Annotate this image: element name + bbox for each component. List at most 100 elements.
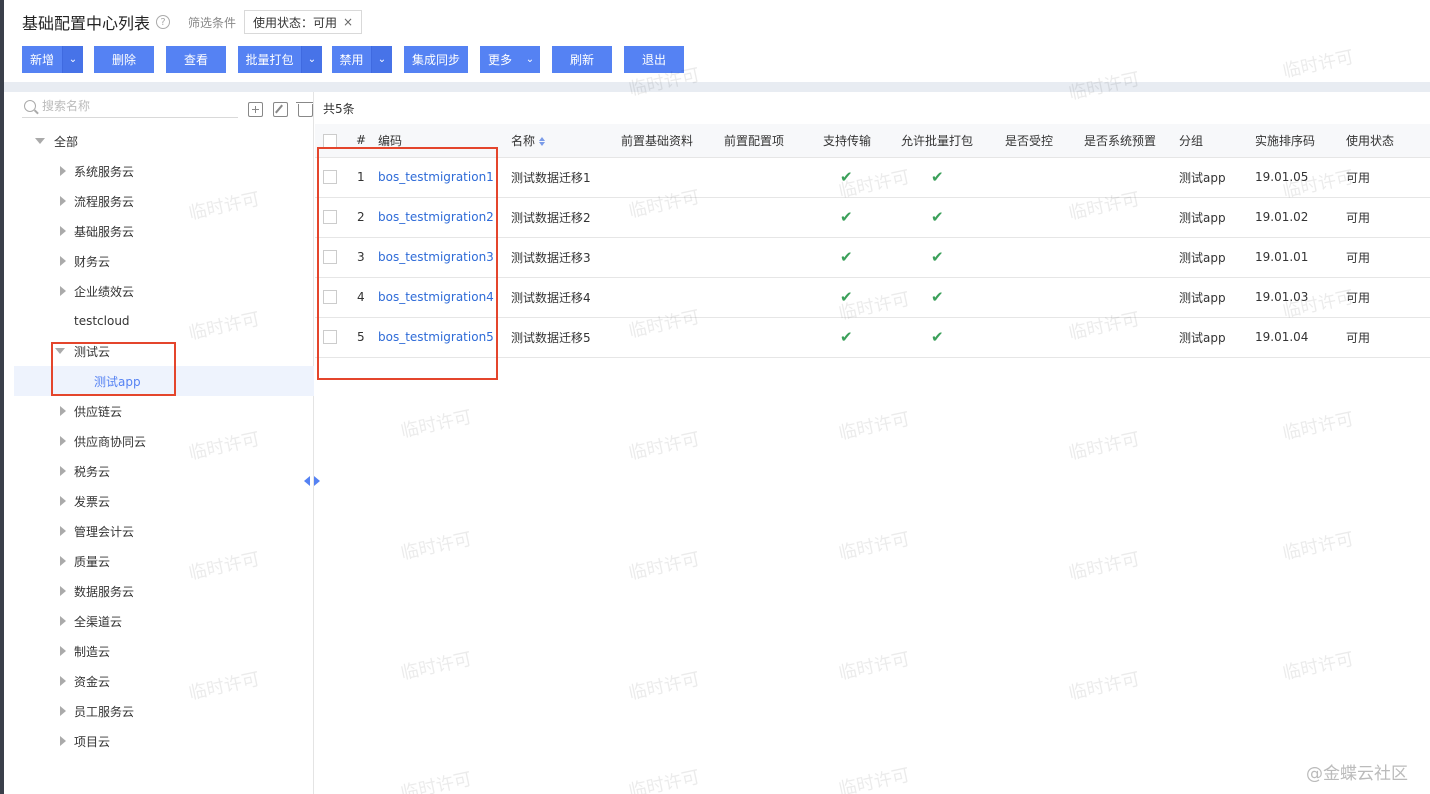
row-code-link[interactable]: bos_testmigration2	[378, 210, 494, 224]
caret-right-icon[interactable]	[60, 556, 66, 566]
caret-right-icon[interactable]	[60, 436, 66, 446]
column-header-code[interactable]: 编码	[378, 124, 511, 158]
row-name: 测试数据迁移1	[511, 157, 621, 198]
add-node-icon[interactable]	[248, 102, 263, 117]
caret-right-icon[interactable]	[60, 676, 66, 686]
help-icon[interactable]: ?	[156, 15, 171, 29]
row-code-cell: bos_testmigration3	[378, 237, 511, 278]
column-header-name[interactable]: 名称	[511, 124, 621, 158]
caret-right-icon[interactable]	[60, 706, 66, 716]
caret-right-icon[interactable]	[60, 226, 66, 236]
row-batch-pack-cell: ✔	[901, 317, 1005, 358]
close-icon[interactable]: ×	[343, 15, 353, 29]
tree-node[interactable]: 供应链云	[14, 396, 314, 426]
caret-right-icon[interactable]	[60, 196, 66, 206]
tree-node[interactable]: 制造云	[14, 636, 314, 666]
new-button[interactable]: 新增	[22, 46, 63, 73]
tree-node-label: 数据服务云	[74, 584, 135, 599]
edit-node-icon[interactable]	[273, 102, 288, 117]
select-all-checkbox[interactable]	[323, 133, 337, 148]
column-header-pre-config[interactable]: 前置配置项	[724, 124, 823, 158]
caret-right-icon[interactable]	[60, 616, 66, 626]
more-button[interactable]: 更多	[480, 46, 520, 73]
caret-down-icon[interactable]	[35, 138, 45, 144]
row-checkbox[interactable]	[323, 170, 337, 185]
column-header-controlled[interactable]: 是否受控	[1005, 124, 1084, 158]
row-code-link[interactable]: bos_testmigration4	[378, 290, 494, 304]
sort-icon[interactable]	[539, 136, 546, 146]
exit-button[interactable]: 退出	[624, 46, 684, 73]
tree-node-test-app[interactable]: 测试app	[14, 366, 314, 396]
delete-node-icon[interactable]	[296, 102, 313, 117]
tree-node[interactable]: 项目云	[14, 726, 314, 756]
row-group: 测试app	[1179, 197, 1255, 238]
column-header-group[interactable]: 分组	[1179, 124, 1255, 158]
caret-right-icon[interactable]	[60, 526, 66, 536]
caret-right-icon[interactable]	[60, 406, 66, 416]
caret-right-icon[interactable]	[60, 646, 66, 656]
view-button[interactable]: 查看	[166, 46, 226, 73]
column-header-status[interactable]: 使用状态	[1346, 124, 1430, 158]
caret-right-icon[interactable]	[60, 496, 66, 506]
caret-right-icon[interactable]	[60, 256, 66, 266]
column-header-system-preset[interactable]: 是否系统预置	[1084, 124, 1179, 158]
row-code-link[interactable]: bos_testmigration3	[378, 250, 494, 264]
tree-node[interactable]: 流程服务云	[14, 186, 314, 216]
table-row[interactable]: 3 bos_testmigration3 测试数据迁移3 ✔ ✔ 测试app 1…	[315, 237, 1430, 278]
table-row[interactable]: 1 bos_testmigration1 测试数据迁移1 ✔ ✔ 测试app 1…	[315, 157, 1430, 198]
tree-node[interactable]: 企业绩效云	[14, 276, 314, 306]
tree-node[interactable]: 质量云	[14, 546, 314, 576]
row-code-link[interactable]: bos_testmigration5	[378, 330, 494, 344]
column-header-pre-basedata[interactable]: 前置基础资料	[621, 124, 724, 158]
tree-node-test-cloud[interactable]: 测试云	[14, 336, 314, 366]
tree-node[interactable]: 基础服务云	[14, 216, 314, 246]
tree-node[interactable]: 税务云	[14, 456, 314, 486]
row-select-cell	[315, 317, 347, 358]
batch-pack-button[interactable]: 批量打包	[238, 46, 302, 73]
filter-tag[interactable]: 使用状态：可用 ×	[244, 10, 363, 34]
row-checkbox[interactable]	[323, 330, 337, 345]
more-dropdown-icon[interactable]: ⌄	[520, 46, 540, 73]
arrow-right-icon[interactable]	[314, 476, 320, 486]
caret-right-icon[interactable]	[60, 166, 66, 176]
tree-node[interactable]: 财务云	[14, 246, 314, 276]
column-header-transfer[interactable]: 支持传输	[823, 124, 901, 158]
search-box[interactable]	[22, 94, 238, 118]
tree-node[interactable]: 管理会计云	[14, 516, 314, 546]
caret-right-icon[interactable]	[60, 286, 66, 296]
column-header-batch-pack[interactable]: 允许批量打包	[901, 124, 1005, 158]
caret-right-icon[interactable]	[60, 466, 66, 476]
panel-collapse-toggle[interactable]	[304, 476, 320, 486]
disable-button[interactable]: 禁用	[332, 46, 372, 73]
table-row[interactable]: 2 bos_testmigration2 测试数据迁移2 ✔ ✔ 测试app 1…	[315, 197, 1430, 238]
new-dropdown-icon[interactable]: ⌄	[63, 46, 83, 73]
batch-pack-dropdown-icon[interactable]: ⌄	[302, 46, 322, 73]
tree-node-root[interactable]: 全部	[14, 126, 314, 156]
caret-right-icon[interactable]	[60, 586, 66, 596]
tree-node[interactable]: 供应商协同云	[14, 426, 314, 456]
row-code-link[interactable]: bos_testmigration1	[378, 170, 494, 184]
search-input[interactable]	[42, 98, 222, 113]
row-checkbox[interactable]	[323, 290, 337, 305]
row-checkbox[interactable]	[323, 210, 337, 225]
page-title: 基础配置中心列表	[22, 14, 151, 33]
row-checkbox[interactable]	[323, 250, 337, 265]
disable-dropdown-icon[interactable]: ⌄	[372, 46, 392, 73]
column-header-sort-code[interactable]: 实施排序码	[1255, 124, 1346, 158]
tree-node[interactable]: testcloud	[14, 306, 314, 336]
caret-down-icon[interactable]	[55, 348, 65, 354]
tree-node[interactable]: 资金云	[14, 666, 314, 696]
table-row[interactable]: 5 bos_testmigration5 测试数据迁移5 ✔ ✔ 测试app 1…	[315, 317, 1430, 358]
tree-node[interactable]: 发票云	[14, 486, 314, 516]
tree-node[interactable]: 全渠道云	[14, 606, 314, 636]
tree-node[interactable]: 数据服务云	[14, 576, 314, 606]
caret-right-icon[interactable]	[60, 736, 66, 746]
refresh-button[interactable]: 刷新	[552, 46, 612, 73]
delete-button[interactable]: 删除	[94, 46, 154, 73]
table-row[interactable]: 4 bos_testmigration4 测试数据迁移4 ✔ ✔ 测试app 1…	[315, 277, 1430, 318]
arrow-left-icon[interactable]	[304, 476, 310, 486]
row-name: 测试数据迁移2	[511, 197, 621, 238]
tree-node[interactable]: 员工服务云	[14, 696, 314, 726]
sync-button[interactable]: 集成同步	[404, 46, 468, 73]
tree-node[interactable]: 系统服务云	[14, 156, 314, 186]
